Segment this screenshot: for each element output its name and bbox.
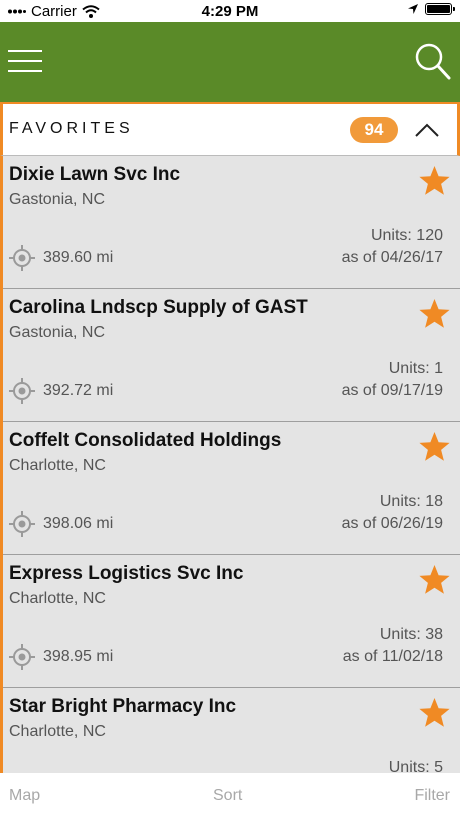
list-item[interactable]: Carolina Lndscp Supply of GAST Gastonia,… (3, 289, 460, 422)
item-name: Express Logistics Svc Inc (9, 563, 244, 584)
menu-icon (8, 50, 42, 52)
item-units: Units: 1 (388, 360, 443, 377)
distance-row: 392.72 mi (9, 378, 113, 404)
tab-sort[interactable]: Sort (213, 787, 242, 805)
location-target-icon (9, 378, 35, 404)
star-icon[interactable] (418, 431, 451, 462)
item-units: Units: 38 (379, 626, 443, 643)
item-location: Charlotte, NC (9, 723, 106, 740)
item-as-of: as of 11/02/18 (342, 648, 443, 665)
item-distance: 389.60 mi (43, 249, 114, 266)
star-icon[interactable] (418, 298, 451, 329)
item-distance: 398.06 mi (43, 515, 114, 532)
distance-row: 398.06 mi (9, 511, 113, 537)
distance-row: 389.60 mi (9, 245, 113, 271)
favorites-header[interactable]: FAVORITES 94 (0, 102, 460, 156)
list-item[interactable]: Express Logistics Svc Inc Charlotte, NC … (3, 555, 460, 688)
bottom-tab-bar: Map Sort Filter (0, 773, 460, 818)
star-icon[interactable] (418, 564, 451, 595)
chevron-up-icon[interactable] (413, 118, 441, 142)
status-right (407, 3, 455, 15)
item-name: Coffelt Consolidated Holdings (9, 430, 282, 451)
favorites-title: FAVORITES (9, 120, 134, 137)
item-distance: 392.72 mi (43, 382, 114, 399)
item-location: Gastonia, NC (9, 324, 106, 341)
location-target-icon (9, 245, 35, 271)
item-as-of: as of 06/26/19 (341, 515, 443, 532)
menu-icon-bar (8, 70, 42, 72)
menu-icon-bar (8, 60, 42, 62)
menu-button[interactable] (8, 48, 44, 74)
item-name: Star Bright Pharmacy Inc (9, 696, 237, 717)
item-location: Gastonia, NC (9, 191, 106, 208)
item-as-of: as of 09/17/19 (341, 382, 443, 399)
item-location: Charlotte, NC (9, 590, 106, 607)
favorites-list[interactable]: Dixie Lawn Svc Inc Gastonia, NC 389.60 m… (0, 156, 460, 773)
list-item[interactable]: Star Bright Pharmacy Inc Charlotte, NC U… (3, 688, 460, 773)
location-target-icon (9, 644, 35, 670)
item-units: Units: 5 (388, 759, 443, 773)
list-item[interactable]: Dixie Lawn Svc Inc Gastonia, NC 389.60 m… (3, 156, 460, 289)
item-units: Units: 120 (370, 227, 443, 244)
item-name: Dixie Lawn Svc Inc (9, 164, 181, 185)
list-item[interactable]: Coffelt Consolidated Holdings Charlotte,… (3, 422, 460, 555)
clock: 4:29 PM (201, 3, 259, 20)
location-arrow-icon (408, 4, 418, 14)
star-icon[interactable] (418, 697, 451, 728)
star-icon[interactable] (418, 165, 451, 196)
item-as-of: as of 04/26/17 (341, 249, 443, 266)
tab-filter[interactable]: Filter (414, 787, 450, 805)
tab-map[interactable]: Map (9, 787, 40, 805)
item-distance: 398.95 mi (43, 648, 114, 665)
item-name: Carolina Lndscp Supply of GAST (9, 297, 308, 318)
battery-icon (425, 3, 455, 15)
search-icon[interactable] (414, 42, 452, 82)
distance-row: 398.95 mi (9, 644, 113, 670)
item-location: Charlotte, NC (9, 457, 106, 474)
favorites-count-badge: 94 (350, 117, 398, 143)
location-target-icon (9, 511, 35, 537)
status-bar: Carrier 4:29 PM (0, 0, 460, 22)
item-units: Units: 18 (379, 493, 443, 510)
app-header (0, 22, 460, 102)
